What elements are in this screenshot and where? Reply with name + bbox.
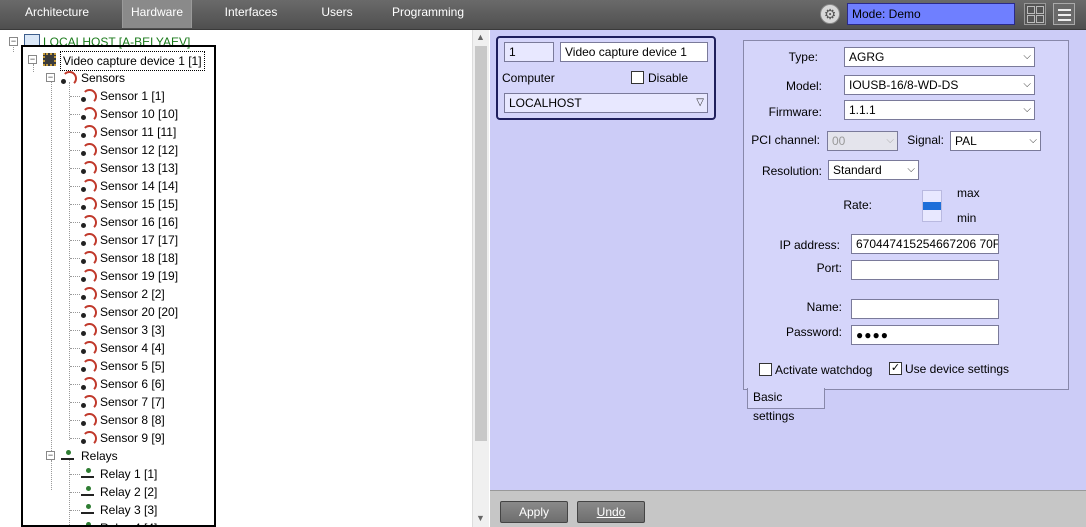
collapse-icon[interactable]: − [9, 37, 18, 46]
resolution-select[interactable]: Standard ⌵ [828, 160, 919, 180]
use-device-settings-checkbox[interactable]: ✓ [889, 362, 902, 375]
bottom-bar: Apply Undo [490, 490, 1086, 527]
rate-thumb[interactable] [923, 202, 941, 210]
resolution-label: Resolution: [761, 164, 822, 178]
signal-select[interactable]: PAL ⌵ [950, 131, 1041, 151]
tree-scrollbar[interactable]: ▲ ▼ [472, 30, 489, 527]
model-select[interactable]: IOUSB-16/8-WD-DS ⌵ [844, 75, 1035, 95]
ip-address-field[interactable]: 670447415254667206 70FF5 [851, 234, 999, 254]
rate-label: Rate: [843, 198, 872, 212]
settings-gear-icon[interactable]: ⚙ [820, 4, 840, 24]
rate-max-label: max [957, 186, 980, 200]
password-label: Password: [785, 325, 842, 339]
scroll-up-icon[interactable]: ▲ [476, 32, 485, 42]
scroll-down-icon[interactable]: ▼ [476, 513, 485, 523]
watchdog-label: Activate watchdog [775, 363, 873, 377]
rate-min-label: min [957, 211, 977, 225]
type-select[interactable]: AGRG ⌵ [844, 47, 1035, 67]
firmware-select[interactable]: 1.1.1 ⌵ [844, 100, 1035, 120]
type-label: Type: [788, 50, 818, 64]
computer-value: LOCALHOST [509, 96, 582, 110]
tab-basic-settings[interactable]: Basic settings [747, 388, 825, 423]
name-label: Name: [806, 300, 842, 314]
top-menu-bar: Architecture Hardware Interfaces Users P… [0, 0, 1086, 30]
undo-button[interactable]: Undo [577, 501, 645, 523]
properties-panel: 1 Video capture device 1 Computer Disabl… [490, 30, 1086, 527]
mode-indicator[interactable]: Mode: Demo [847, 3, 1015, 25]
model-label: Model: [785, 79, 822, 93]
device-card: 1 Video capture device 1 Computer Disabl… [496, 36, 716, 120]
password-field[interactable]: ●●●● [851, 325, 999, 345]
apply-button[interactable]: Apply [500, 501, 568, 523]
hamburger-menu-icon[interactable] [1053, 3, 1075, 25]
highlight-frame [21, 45, 216, 527]
type-value: AGRG [849, 50, 885, 64]
chevron-down-icon: ▽ [696, 97, 704, 108]
ip-address-label: IP address: [779, 238, 840, 252]
name-field[interactable] [851, 299, 999, 319]
scroll-thumb[interactable] [475, 46, 487, 441]
disable-label: Disable [648, 71, 689, 85]
tab-users[interactable]: Users [314, 0, 360, 28]
tab-hardware[interactable]: Hardware [122, 0, 192, 28]
signal-label: Signal: [907, 133, 944, 147]
firmware-value: 1.1.1 [849, 103, 876, 117]
chevron-down-icon: ⌵ [1023, 51, 1031, 62]
resolution-value: Standard [833, 163, 882, 177]
chevron-down-icon: ⌵ [1029, 135, 1037, 146]
use-device-settings-label: Use device settings [905, 362, 1010, 376]
signal-value: PAL [955, 134, 977, 148]
tab-programming[interactable]: Programming [392, 0, 464, 28]
hardware-tree: − LOCALHOST [A-BELYAEV] − Video capture … [0, 30, 489, 527]
pci-channel-value: 00 [832, 134, 846, 148]
device-id-field[interactable]: 1 [504, 42, 554, 62]
model-value: IOUSB-16/8-WD-DS [849, 78, 959, 92]
watchdog-checkbox[interactable] [759, 363, 772, 376]
disable-checkbox[interactable] [631, 71, 644, 84]
tab-architecture[interactable]: Architecture [14, 0, 100, 28]
device-name-field[interactable]: Video capture device 1 [560, 42, 708, 62]
pci-channel-label: PCI channel: [751, 133, 820, 147]
chevron-down-icon: ⌵ [886, 135, 894, 146]
firmware-label: Firmware: [768, 105, 822, 119]
chevron-down-icon: ⌵ [1023, 79, 1031, 90]
chevron-down-icon: ⌵ [907, 164, 915, 175]
computer-label: Computer [502, 71, 555, 85]
layout-grid-icon[interactable] [1024, 3, 1046, 25]
port-label: Port: [816, 261, 842, 275]
tab-interfaces[interactable]: Interfaces [218, 0, 284, 28]
rate-slider[interactable] [922, 190, 942, 222]
computer-select[interactable]: LOCALHOST ▽ [504, 93, 708, 113]
pci-channel-select[interactable]: 00 ⌵ [827, 131, 898, 151]
port-field[interactable] [851, 260, 999, 280]
chevron-down-icon: ⌵ [1023, 104, 1031, 115]
